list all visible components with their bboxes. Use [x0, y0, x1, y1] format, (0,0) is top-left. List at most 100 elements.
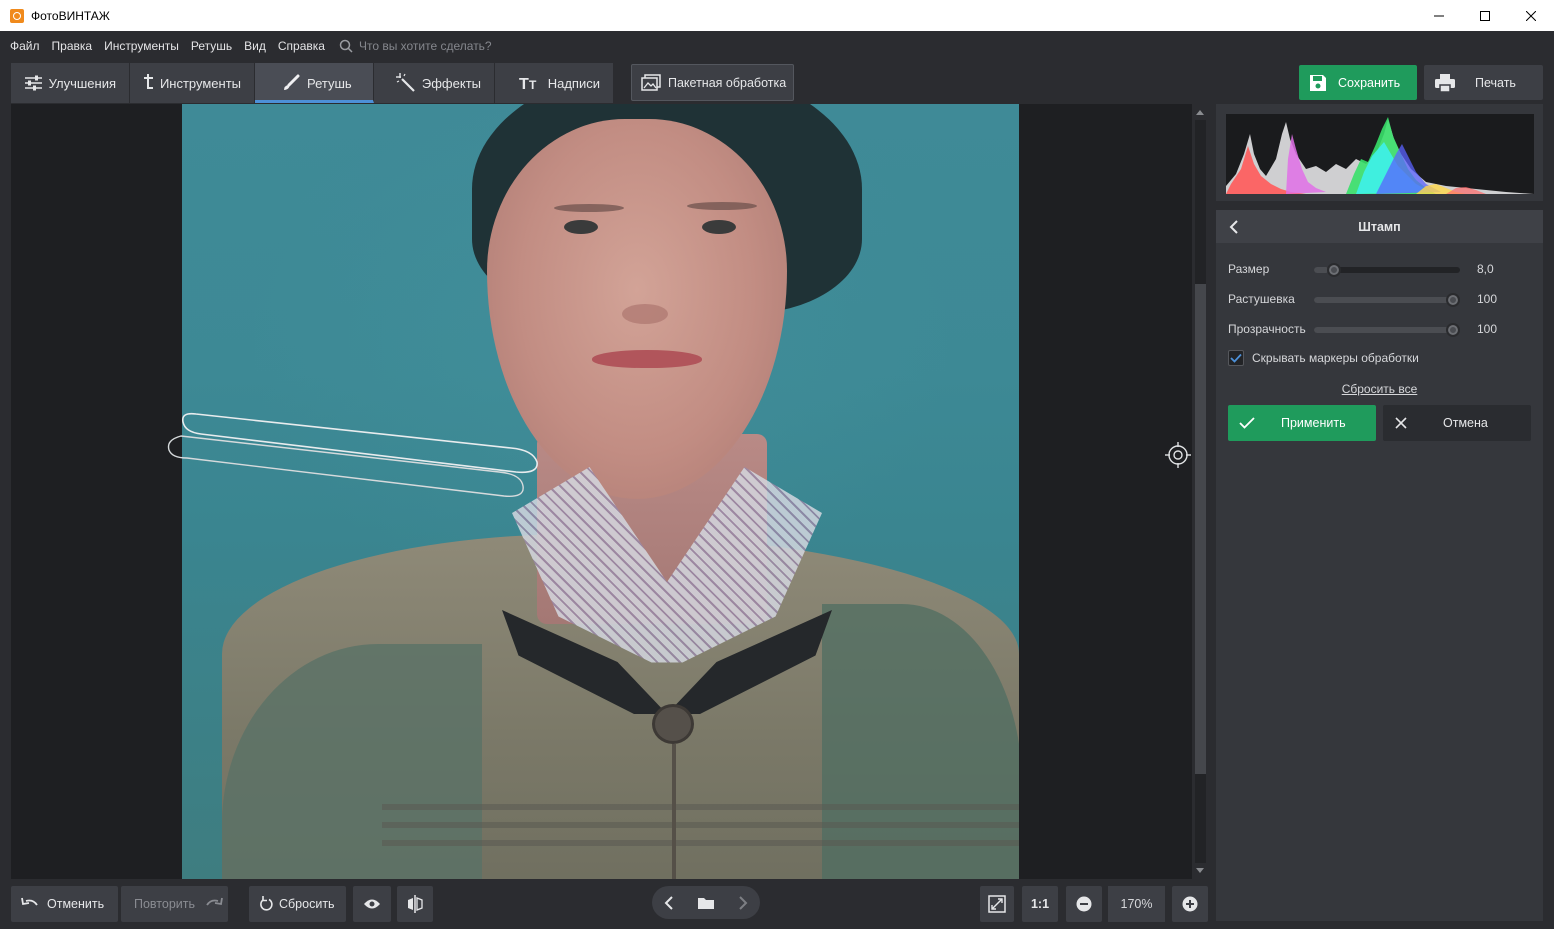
menu-bar: Файл Правка Инструменты Ретушь Вид Справ…	[0, 31, 1554, 61]
tab-tools-label: Инструменты	[159, 75, 241, 91]
compare-icon	[408, 895, 423, 913]
feather-slider-row: Растушевка 100	[1228, 290, 1533, 310]
size-slider[interactable]	[1314, 263, 1460, 277]
title-bar: ФотоВИНТАЖ	[0, 0, 1554, 31]
size-slider-handle[interactable]	[1327, 263, 1342, 277]
canvas-vertical-scrollbar[interactable]	[1193, 104, 1208, 879]
chevron-left-icon[interactable]	[664, 895, 674, 910]
menu-tools[interactable]: Инструменты	[104, 39, 179, 53]
cancel-label: Отмена	[1443, 416, 1488, 430]
reset-all-label[interactable]: Сбросить все	[1342, 382, 1418, 396]
stamp-panel-title: Штамп	[1358, 219, 1401, 234]
scroll-up-arrow-icon[interactable]	[1196, 110, 1204, 115]
hide-markers-checkbox[interactable]	[1228, 350, 1244, 366]
preview-button[interactable]	[353, 886, 391, 922]
stamp-brush-stroke	[167, 412, 538, 497]
zoom-out-button[interactable]	[1066, 886, 1102, 922]
tab-effects[interactable]: Эффекты	[374, 63, 495, 103]
actual-size-button[interactable]: 1:1	[1022, 886, 1058, 922]
tab-captions-label: Надписи	[547, 75, 600, 91]
opacity-slider-fill	[1314, 327, 1460, 333]
compare-button[interactable]	[397, 886, 433, 922]
photo-eye-right	[702, 220, 736, 234]
menu-view[interactable]: Вид	[244, 39, 266, 53]
stamp-panel-header: Штамп	[1216, 210, 1543, 243]
save-button[interactable]: Сохранить	[1299, 65, 1417, 100]
undo-button[interactable]: Отменить	[11, 886, 118, 922]
hide-markers-label[interactable]: Скрывать маркеры обработки	[1252, 351, 1419, 365]
fit-to-screen-button[interactable]	[980, 886, 1014, 922]
opacity-slider[interactable]	[1314, 323, 1460, 337]
actual-size-label: 1:1	[1030, 897, 1050, 911]
cancel-button[interactable]: Отмена	[1383, 405, 1531, 441]
histogram	[1226, 114, 1534, 194]
photo-stripe	[382, 840, 1019, 846]
reset-icon	[260, 896, 273, 911]
feather-slider[interactable]	[1314, 293, 1460, 307]
scroll-thumb[interactable]	[1195, 284, 1206, 774]
folder-icon[interactable]	[697, 896, 715, 910]
reset-button[interactable]: Сбросить	[249, 886, 346, 922]
images-icon	[641, 73, 661, 91]
app-logo-icon	[10, 8, 24, 23]
menu-retouch[interactable]: Ретушь	[191, 39, 232, 53]
chevron-left-icon[interactable]	[1226, 219, 1242, 235]
photo-brow-left	[554, 204, 624, 212]
tab-tools[interactable]: Инструменты	[130, 63, 255, 103]
tab-captions[interactable]: T T Надписи	[495, 63, 614, 103]
menu-edit[interactable]: Правка	[52, 39, 93, 53]
photo-coat-button	[652, 704, 694, 744]
zoom-out-icon	[1076, 896, 1092, 912]
apply-button[interactable]: Применить	[1228, 405, 1376, 441]
size-slider-row: Размер 8,0	[1228, 260, 1533, 280]
file-navigation	[652, 886, 760, 919]
command-search	[339, 39, 559, 53]
opacity-slider-row: Прозрачность 100	[1228, 320, 1533, 340]
maximize-button[interactable]	[1462, 0, 1508, 31]
close-window-button[interactable]	[1508, 0, 1554, 31]
crop-icon	[144, 74, 153, 89]
menu-help[interactable]: Справка	[278, 39, 325, 53]
zoom-in-button[interactable]	[1172, 886, 1208, 922]
tab-retouch[interactable]: Ретушь	[255, 63, 374, 103]
image-canvas[interactable]	[11, 104, 1192, 879]
opacity-slider-handle[interactable]	[1446, 323, 1460, 337]
minimize-button[interactable]	[1416, 0, 1462, 31]
feather-label: Растушевка	[1228, 292, 1295, 306]
scroll-down-arrow-icon[interactable]	[1196, 868, 1204, 873]
menu-file[interactable]: Файл	[10, 39, 40, 53]
minimize-icon	[1434, 15, 1444, 16]
feather-slider-handle[interactable]	[1446, 293, 1460, 307]
print-button[interactable]: Печать	[1424, 65, 1543, 100]
batch-processing-button[interactable]: Пакетная обработка	[631, 64, 794, 101]
main-toolbar: Улучшения Инструменты Ретушь Эффекты T T…	[0, 61, 1554, 104]
close-icon	[1395, 417, 1407, 429]
tab-enhancements[interactable]: Улучшения	[11, 63, 130, 103]
tab-enhancements-label: Улучшения	[48, 75, 116, 91]
photo-eye-left	[564, 220, 598, 234]
sliders-icon	[25, 75, 42, 91]
zoom-level[interactable]: 170%	[1108, 886, 1165, 922]
command-search-input[interactable]	[358, 39, 559, 53]
photo-stripe	[382, 804, 1019, 810]
text-icon: T T	[519, 76, 537, 91]
feather-value: 100	[1477, 292, 1498, 306]
redo-label: Повторить	[134, 897, 196, 911]
left-edge	[0, 104, 11, 879]
save-label: Сохранить	[1338, 75, 1401, 90]
chevron-right-icon[interactable]	[738, 895, 748, 910]
redo-button[interactable]: Повторить	[121, 886, 228, 922]
fit-screen-icon	[988, 895, 1006, 913]
feather-slider-fill	[1314, 297, 1460, 303]
eye-icon	[364, 899, 380, 909]
brush-icon	[284, 74, 300, 90]
size-value: 8,0	[1477, 262, 1494, 276]
reset-all-link[interactable]: Сбросить все	[1216, 382, 1543, 396]
mode-tabs: Улучшения Инструменты Ретушь Эффекты T T…	[11, 63, 614, 103]
check-icon	[1239, 417, 1255, 429]
opacity-value: 100	[1477, 322, 1498, 336]
window-controls	[1416, 0, 1554, 31]
photo-brow-right	[687, 202, 757, 210]
batch-processing-label: Пакетная обработка	[668, 75, 787, 90]
stamp-tool-panel: Штамп Размер 8,0 Растушевка 100 Прозрачн…	[1216, 210, 1543, 921]
